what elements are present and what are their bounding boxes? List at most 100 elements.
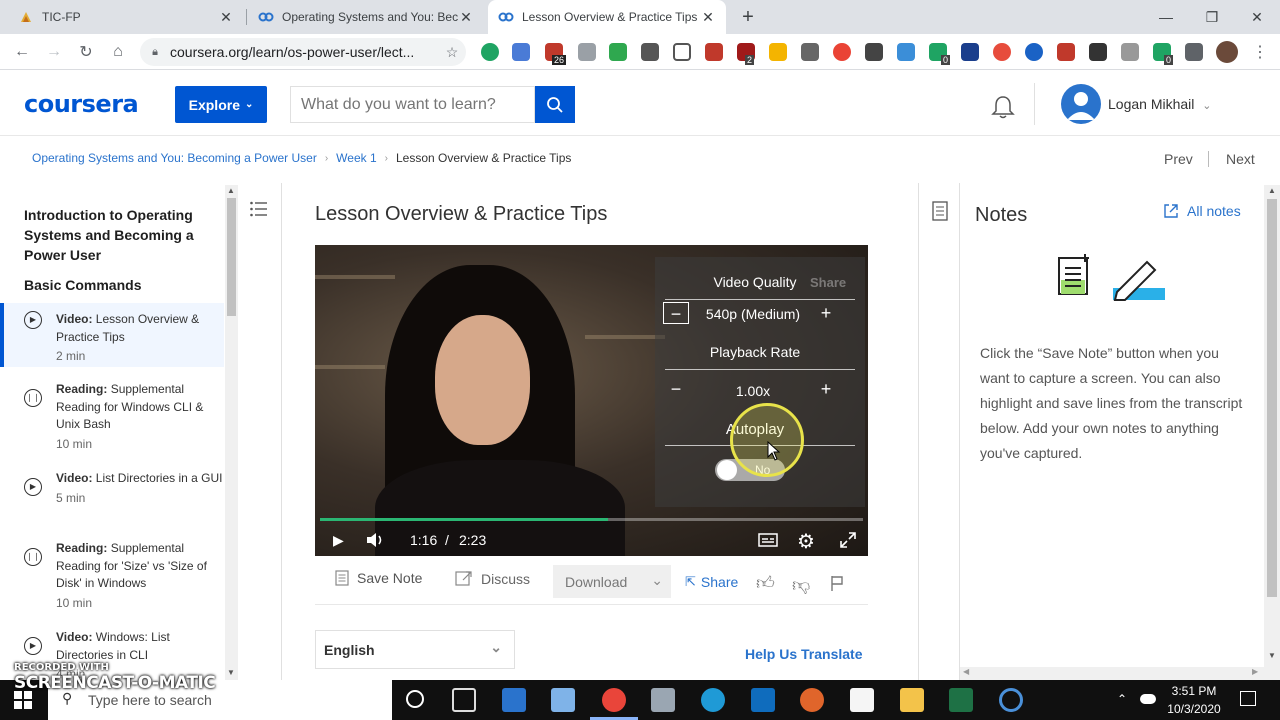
profile-avatar-icon[interactable] (1216, 41, 1238, 63)
extensions-puzzle-icon[interactable] (1185, 43, 1203, 61)
close-tab-icon[interactable]: ✕ (458, 9, 474, 26)
rate-increase-button[interactable]: + (813, 378, 839, 400)
outline-item[interactable]: ❘❘ Reading: Supplemental Reading for Win… (0, 381, 224, 453)
notification-bell-icon[interactable] (990, 94, 1016, 120)
video-player[interactable]: Video Quality Share − 540p (Medium) + Pl… (315, 245, 868, 556)
scroll-down-arrow-icon[interactable]: ▼ (1268, 651, 1276, 660)
download-dropdown[interactable]: Download ⌄ (553, 565, 671, 598)
coursera-logo[interactable]: coursera (24, 90, 139, 118)
excel-icon[interactable] (949, 688, 973, 712)
captions-icon[interactable] (758, 533, 778, 547)
explore-button[interactable]: Explore ⌄ (175, 86, 267, 123)
transcript-language-select[interactable]: English ⌄ (315, 630, 515, 669)
thumbs-up-icon[interactable]: 👍︎ (756, 572, 775, 594)
horizontal-scrollbar[interactable] (960, 667, 1264, 680)
onedrive-icon[interactable] (1140, 694, 1156, 704)
extension-icon[interactable] (1089, 43, 1107, 61)
restore-icon[interactable]: ❐ (1189, 0, 1235, 34)
search-input[interactable] (301, 95, 534, 114)
outline-item[interactable]: ▶ Video: Lesson Overview & Practice Tips… (0, 303, 224, 367)
scroll-left-arrow-icon[interactable]: ◀ (963, 667, 969, 676)
windows-start-icon[interactable] (14, 691, 32, 709)
volume-icon[interactable] (365, 532, 385, 548)
chrome-icon[interactable] (602, 688, 626, 712)
rate-decrease-button[interactable]: − (663, 378, 689, 400)
close-tab-icon[interactable]: ✕ (700, 9, 716, 26)
task-view-icon[interactable] (452, 688, 476, 712)
scroll-right-arrow-icon[interactable]: ▶ (1252, 667, 1258, 676)
extension-icon[interactable] (641, 43, 659, 61)
notepad-icon[interactable] (850, 688, 874, 712)
notes-scrollbar-thumb[interactable] (1267, 199, 1277, 597)
extension-icon[interactable] (993, 43, 1011, 61)
shield-extension-icon[interactable] (609, 43, 627, 61)
user-avatar[interactable] (1061, 84, 1101, 124)
bookmark-star-icon[interactable]: ☆ (438, 44, 466, 61)
pocket-extension-icon[interactable] (673, 43, 691, 61)
extension-icon[interactable] (801, 43, 819, 61)
fullscreen-icon[interactable] (839, 531, 857, 549)
extension-icon[interactable] (961, 43, 979, 61)
search-button[interactable] (535, 86, 575, 123)
thumbs-down-icon[interactable]: 👎︎ (792, 574, 810, 596)
video-progress-bar[interactable] (320, 518, 863, 521)
puzzle-extension-icon[interactable] (578, 43, 596, 61)
folder-icon[interactable] (900, 688, 924, 712)
address-bar[interactable]: 🔒︎ coursera.org/learn/os-power-user/lect… (140, 38, 466, 66)
outline-item[interactable]: ▶ Video: List Directories in a GUI 5 min (0, 470, 224, 528)
reload-icon[interactable]: ↻ (72, 38, 100, 66)
close-tab-icon[interactable]: ✕ (218, 9, 234, 26)
taskbar-clock[interactable]: 3:51 PM 10/3/2020 (1166, 682, 1222, 718)
browser-tab-lesson-overview[interactable]: Lesson Overview & Practice Tips ✕ (488, 0, 726, 34)
play-icon[interactable]: ▶ (333, 532, 344, 549)
file-explorer-alt-icon[interactable] (651, 688, 675, 712)
extension-icon[interactable] (897, 43, 915, 61)
app-icon[interactable] (800, 688, 824, 712)
back-icon[interactable]: ← (8, 38, 36, 66)
chevron-up-icon[interactable]: ⌃ (1117, 692, 1127, 706)
scroll-up-arrow-icon[interactable]: ▲ (227, 186, 235, 195)
new-tab-button[interactable]: + (737, 6, 759, 28)
notifications-icon[interactable] (1240, 691, 1256, 706)
settings-gear-icon[interactable]: ⚙ (797, 529, 815, 554)
mute-tab-icon[interactable] (865, 43, 883, 61)
pdf-extension-icon[interactable] (1057, 43, 1075, 61)
edge-icon[interactable] (701, 688, 725, 712)
next-link[interactable]: Next (1226, 151, 1255, 167)
close-window-icon[interactable]: ✕ (1234, 0, 1280, 34)
breadcrumb-course-link[interactable]: Operating Systems and You: Becoming a Po… (32, 151, 317, 165)
all-notes-link[interactable]: All notes (1163, 203, 1241, 219)
save-note-button[interactable]: Save Note (335, 570, 422, 586)
extension-icon[interactable] (769, 43, 787, 61)
browser-tab-operating-systems[interactable]: Operating Systems and You: Beco ✕ (248, 0, 484, 34)
sidebar-scrollbar-thumb[interactable] (227, 198, 236, 316)
grammarly-extension-icon[interactable] (481, 43, 499, 61)
scroll-down-arrow-icon[interactable]: ▼ (227, 668, 235, 677)
help-translate-link[interactable]: Help Us Translate (745, 646, 863, 662)
discuss-button[interactable]: Discuss (455, 571, 530, 587)
cortana-icon[interactable] (406, 690, 424, 708)
extension-icon[interactable] (833, 43, 851, 61)
translate-extension-icon[interactable] (512, 43, 530, 61)
flag-icon[interactable] (830, 575, 844, 591)
screen-recorder-icon[interactable] (999, 688, 1023, 712)
notes-panel-icon[interactable] (931, 201, 949, 221)
browser-tab-tic-fp[interactable]: TIC-FP ✕ (8, 0, 244, 34)
extension-icon[interactable] (705, 43, 723, 61)
forward-icon[interactable]: → (40, 38, 68, 66)
home-icon[interactable]: ⌂ (104, 38, 132, 66)
outlook-icon[interactable] (751, 688, 775, 712)
quality-decrease-button[interactable]: − (663, 302, 689, 324)
scroll-up-arrow-icon[interactable]: ▲ (1268, 186, 1276, 195)
outline-item[interactable]: ❘❘ Reading: Supplemental Reading for 'Si… (0, 540, 224, 612)
search-box[interactable] (290, 86, 535, 123)
prev-link[interactable]: Prev (1164, 151, 1193, 167)
breadcrumb-week-link[interactable]: Week 1 (336, 151, 376, 165)
share-button[interactable]: ⇱ Share (685, 574, 738, 590)
user-menu[interactable]: Logan Mikhail ⌄ (1108, 96, 1212, 112)
extension-icon[interactable] (1025, 43, 1043, 61)
outline-toggle-icon[interactable] (249, 199, 269, 219)
calculator-icon[interactable] (502, 688, 526, 712)
quality-increase-button[interactable]: + (813, 302, 839, 324)
browser-menu-icon[interactable]: ⋮ (1252, 42, 1268, 62)
